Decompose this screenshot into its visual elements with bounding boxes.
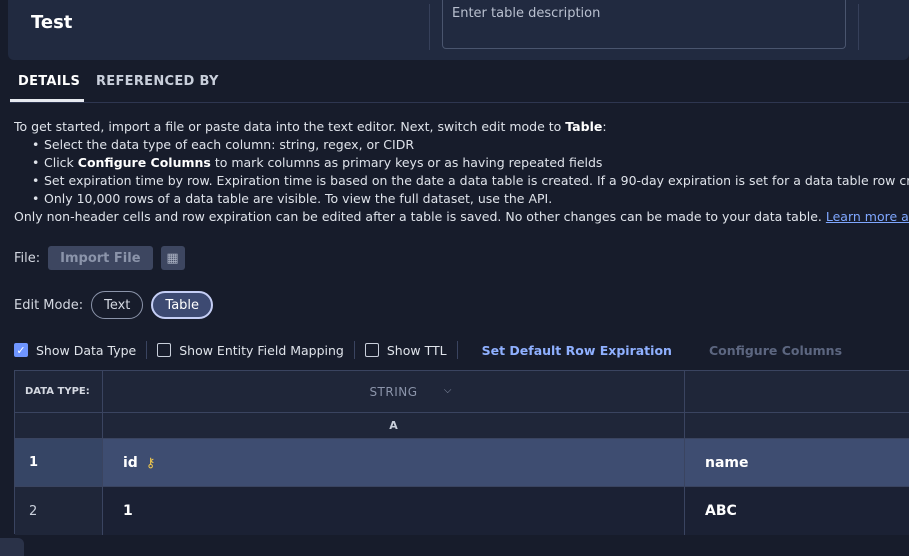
header-cell-id[interactable]: id ⚷ bbox=[103, 439, 685, 487]
options-divider bbox=[353, 341, 355, 359]
instruction-item: Click Configure Columns to mark columns … bbox=[32, 154, 909, 172]
column-a-letter: A bbox=[103, 413, 685, 439]
show-ttl-toggle[interactable]: Show TTL bbox=[364, 343, 447, 358]
edit-mode-label: Edit Mode: bbox=[14, 297, 84, 313]
checkbox-icon[interactable] bbox=[157, 343, 172, 357]
data-cell[interactable]: ABC bbox=[685, 487, 909, 535]
set-default-row-expiration-button[interactable]: Set Default Row Expiration bbox=[482, 343, 672, 358]
edit-mode-text-button[interactable]: Text bbox=[91, 291, 144, 319]
options-divider bbox=[146, 341, 148, 359]
instruction-item: Set expiration time by row. Expiration t… bbox=[32, 172, 909, 190]
edit-mode-table-button[interactable]: Table bbox=[151, 291, 214, 319]
table-title[interactable]: Test bbox=[31, 12, 72, 33]
data-table-grid: DATA TYPE: STRING ⌵ A 1 id ⚷ name 2 1 AB… bbox=[14, 370, 909, 535]
checkbox-icon[interactable] bbox=[364, 343, 379, 357]
import-file-button[interactable]: Import File bbox=[48, 246, 153, 270]
column-b-letter bbox=[685, 413, 909, 439]
instruction-item: Only 10,000 rows of a data table are vis… bbox=[32, 190, 909, 208]
data-cell[interactable]: 1 bbox=[103, 487, 685, 535]
row-number: 2 bbox=[15, 487, 103, 535]
table-options-bar: ✓ Show Data Type Show Entity Field Mappi… bbox=[14, 340, 842, 360]
instructions-footer: Only non-header cells and row expiration… bbox=[14, 208, 909, 226]
show-entity-field-mapping-toggle[interactable]: Show Entity Field Mapping bbox=[157, 343, 344, 358]
tab-referenced-by[interactable]: REFERENCED BY bbox=[96, 74, 219, 89]
tab-details[interactable]: DETAILS bbox=[18, 74, 80, 89]
instruction-item: Select the data type of each column: str… bbox=[32, 136, 909, 154]
instructions-intro: To get started, import a file or paste d… bbox=[14, 119, 607, 134]
bottom-panel-handle[interactable] bbox=[0, 538, 24, 556]
instructions: To get started, import a file or paste d… bbox=[14, 118, 909, 226]
column-a-type-select[interactable]: STRING ⌵ bbox=[103, 371, 685, 413]
file-label: File: bbox=[14, 250, 41, 266]
tab-divider bbox=[10, 102, 909, 103]
header-divider bbox=[429, 4, 430, 50]
chevron-down-icon[interactable]: ⌵ bbox=[444, 385, 452, 396]
header-cell-name[interactable]: name bbox=[685, 439, 909, 487]
checkbox-checked-icon[interactable]: ✓ bbox=[14, 343, 28, 357]
file-row: File: Import File ▦ bbox=[14, 246, 185, 270]
column-b-type-header bbox=[685, 371, 909, 413]
options-divider bbox=[456, 341, 458, 359]
row-number: 1 bbox=[15, 439, 103, 487]
grid-icon[interactable]: ▦ bbox=[160, 246, 185, 270]
key-icon: ⚷ bbox=[145, 454, 156, 470]
show-data-type-toggle[interactable]: ✓ Show Data Type bbox=[14, 343, 136, 358]
instructions-list: Select the data type of each column: str… bbox=[14, 136, 909, 208]
description-input[interactable]: Enter table description bbox=[442, 0, 846, 49]
learn-more-link[interactable]: Learn more about data tab bbox=[826, 209, 909, 224]
header-divider bbox=[858, 4, 859, 50]
configure-columns-button[interactable]: Configure Columns bbox=[709, 343, 842, 358]
corner-cell bbox=[15, 413, 103, 439]
edit-mode-row: Edit Mode: Text Table bbox=[14, 291, 214, 319]
data-type-header: DATA TYPE: bbox=[15, 371, 103, 413]
